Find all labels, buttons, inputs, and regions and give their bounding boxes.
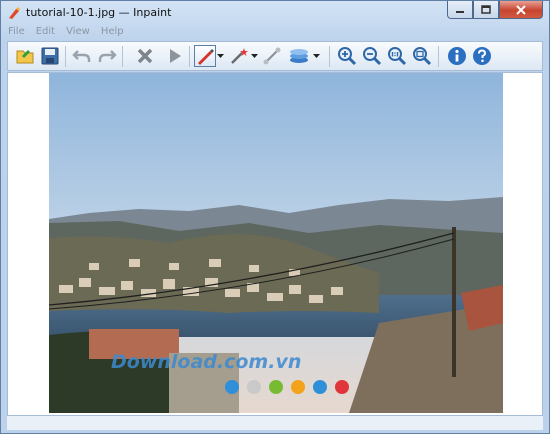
redo-button[interactable] [96,45,118,67]
magic-wand-icon [231,48,248,64]
title-bar[interactable]: tutorial-10-1.jpg — Inpaint [1,1,549,25]
watermark-dot [335,380,349,394]
marker-dropdown[interactable] [217,53,224,59]
utility-pole [452,227,456,377]
menu-help[interactable]: Help [100,26,125,40]
erase-button[interactable] [134,45,156,67]
open-icon [16,50,34,64]
toolbar-separator [189,46,190,67]
layers-icon [290,49,308,63]
undo-button[interactable] [71,45,93,67]
menu-edit[interactable]: Edit [35,26,56,40]
watermark-text: Download.com.vn [111,351,301,373]
minimize-button[interactable] [447,1,473,19]
redo-icon [98,50,117,62]
marker-icon [198,49,214,65]
watermark-dot [313,380,327,394]
watermark-dot [247,380,261,394]
info-button[interactable] [446,45,468,67]
zoom-fit-button[interactable] [411,45,433,67]
zoom-actual-icon [388,47,407,66]
erase-icon [137,48,153,64]
info-icon [448,47,466,65]
line-tool-button[interactable] [261,45,283,67]
minimize-icon [456,10,464,13]
window-title: tutorial-10-1.jpg — Inpaint [26,6,172,19]
image-workspace[interactable]: Download.com.vn [7,72,543,416]
run-icon [170,49,181,63]
toolbar-separator [329,46,330,67]
maximize-icon [481,5,491,14]
zoom-out-button[interactable] [361,45,383,67]
zoom-out-icon [363,47,382,66]
layers-dropdown[interactable] [313,53,320,59]
save-button[interactable] [39,45,61,67]
toolbar-separator [65,46,66,67]
watermark-dot [291,380,305,394]
status-bar [7,416,543,430]
open-button[interactable] [14,45,36,67]
chevron-down-icon [217,53,224,58]
line-tool-icon [263,47,281,65]
zoom-in-button[interactable] [336,45,358,67]
save-icon [41,47,59,65]
toolbar-separator [438,46,439,67]
menu-bar: File Edit View Help [7,26,125,40]
help-icon [473,47,491,65]
run-button[interactable] [164,45,186,67]
watermark-dot [269,380,283,394]
menu-view[interactable]: View [65,26,91,40]
close-icon [516,4,526,15]
photo-canvas[interactable]: Download.com.vn [49,73,503,413]
help-button[interactable] [471,45,493,67]
magic-wand-button[interactable] [228,45,250,67]
app-window: tutorial-10-1.jpg — Inpaint File Edit Vi… [0,0,550,434]
layers-button[interactable] [288,45,310,67]
zoom-actual-size-button[interactable] [386,45,408,67]
window-controls [447,1,543,21]
close-button[interactable] [499,1,543,19]
magic-wand-dropdown[interactable] [251,53,258,59]
watermark-dot [225,380,239,394]
zoom-fit-icon [413,47,432,66]
chevron-down-icon [313,53,320,58]
toolbar [7,41,543,71]
menu-file[interactable]: File [7,26,26,40]
marker-tool-button[interactable] [194,45,216,67]
undo-icon [72,50,91,62]
zoom-in-icon [338,47,357,66]
chevron-down-icon [251,53,258,58]
maximize-button[interactable] [473,1,499,19]
inpaint-app-icon [9,7,20,19]
toolbar-separator [122,46,123,67]
